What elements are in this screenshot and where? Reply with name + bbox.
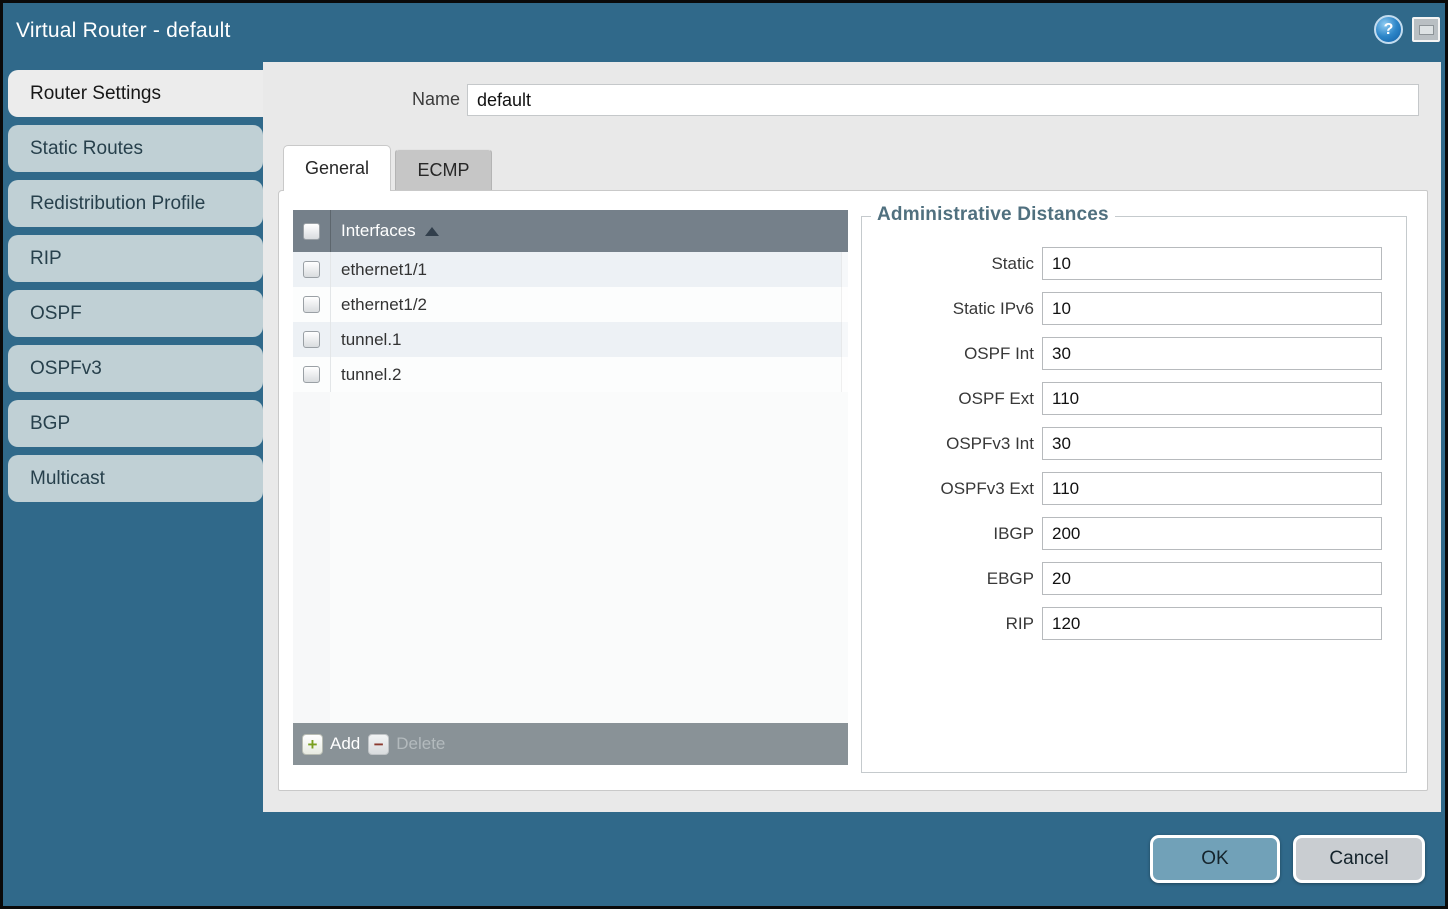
interfaces-table-footer: + Add − Delete xyxy=(293,723,848,765)
restore-window-icon[interactable] xyxy=(1412,17,1440,42)
sidebar-item-label: Static Routes xyxy=(30,138,143,160)
router-settings-page: Name General ECMP Interfaces xyxy=(263,62,1441,812)
field-label: OSPF Ext xyxy=(862,389,1034,409)
static-distance-input[interactable] xyxy=(1042,247,1382,280)
sidebar-item-label: RIP xyxy=(30,248,62,270)
sidebar-item-ospfv3[interactable]: OSPFv3 xyxy=(8,345,263,392)
tab-ecmp[interactable]: ECMP xyxy=(395,149,492,191)
field-label: OSPF Int xyxy=(862,344,1034,364)
field-row-static-ipv6: Static IPv6 xyxy=(862,292,1406,325)
table-row-ethernet1-1[interactable]: ethernet1/1 xyxy=(293,252,848,287)
add-button[interactable]: + Add xyxy=(302,734,360,755)
row-checkbox[interactable] xyxy=(303,296,320,313)
interfaces-table: Interfaces ethernet1/1 ethernet1/2 tunne… xyxy=(293,210,848,765)
sidebar-item-label: Redistribution Profile xyxy=(30,193,205,215)
field-label: OSPFv3 Int xyxy=(862,434,1034,454)
add-button-label: Add xyxy=(330,734,360,754)
ospfv3-ext-distance-input[interactable] xyxy=(1042,472,1382,505)
sidebar-item-rip[interactable]: RIP xyxy=(8,235,263,282)
sidebar-item-label: OSPF xyxy=(30,303,82,325)
ospfv3-int-distance-input[interactable] xyxy=(1042,427,1382,460)
interface-name: tunnel.1 xyxy=(330,322,848,357)
static-ipv6-distance-input[interactable] xyxy=(1042,292,1382,325)
table-row-tunnel-1[interactable]: tunnel.1 xyxy=(293,322,848,357)
interface-name: ethernet1/2 xyxy=(330,287,848,322)
sidebar-item-label: OSPFv3 xyxy=(30,358,102,380)
table-row-ethernet1-2[interactable]: ethernet1/2 xyxy=(293,287,848,322)
rip-distance-input[interactable] xyxy=(1042,607,1382,640)
ebgp-distance-input[interactable] xyxy=(1042,562,1382,595)
row-checkbox[interactable] xyxy=(303,331,320,348)
field-row-ospf-int: OSPF Int xyxy=(862,337,1406,370)
interfaces-table-header: Interfaces xyxy=(293,210,848,252)
sidebar-item-redistribution-profile[interactable]: Redistribution Profile xyxy=(8,180,263,227)
field-label: OSPFv3 Ext xyxy=(862,479,1034,499)
fieldset-legend: Administrative Distances xyxy=(871,204,1115,226)
dialog-title: Virtual Router - default xyxy=(16,19,231,43)
delete-button-label: Delete xyxy=(396,734,445,754)
sidebar-item-multicast[interactable]: Multicast xyxy=(8,455,263,502)
sidebar-item-static-routes[interactable]: Static Routes xyxy=(8,125,263,172)
ok-button-label: OK xyxy=(1201,848,1228,870)
help-glyph: ? xyxy=(1384,21,1394,39)
table-row-tunnel-2[interactable]: tunnel.2 xyxy=(293,357,848,392)
virtual-router-dialog: Virtual Router - default ? Router Settin… xyxy=(3,3,1445,906)
sidebar-item-router-settings[interactable]: Router Settings xyxy=(8,70,267,117)
field-row-ospf-ext: OSPF Ext xyxy=(862,382,1406,415)
delete-minus-icon: − xyxy=(368,734,389,755)
sidebar-item-ospf[interactable]: OSPF xyxy=(8,290,263,337)
field-label: RIP xyxy=(862,614,1034,634)
name-field-label: Name xyxy=(270,89,460,110)
dialog-titlebar: Virtual Router - default ? xyxy=(3,3,1445,62)
delete-button[interactable]: − Delete xyxy=(368,734,445,755)
help-icon[interactable]: ? xyxy=(1374,15,1403,44)
field-row-ibgp: IBGP xyxy=(862,517,1406,550)
name-input[interactable] xyxy=(467,84,1419,116)
interface-name: tunnel.2 xyxy=(330,357,848,392)
tab-label: ECMP xyxy=(417,160,469,181)
cancel-button-label: Cancel xyxy=(1329,848,1388,870)
field-label: IBGP xyxy=(862,524,1034,544)
sort-ascending-icon xyxy=(425,227,439,236)
ibgp-distance-input[interactable] xyxy=(1042,517,1382,550)
sidebar-item-label: Multicast xyxy=(30,468,105,490)
interface-name: ethernet1/1 xyxy=(330,252,848,287)
sidebar-item-bgp[interactable]: BGP xyxy=(8,400,263,447)
field-row-ospfv3-ext: OSPFv3 Ext xyxy=(862,472,1406,505)
table-scrollbar-track[interactable] xyxy=(841,252,848,392)
tab-label: General xyxy=(305,158,369,179)
field-row-ebgp: EBGP xyxy=(862,562,1406,595)
sidebar-item-label: BGP xyxy=(30,413,70,435)
general-tab-panel: Interfaces ethernet1/1 ethernet1/2 tunne… xyxy=(278,190,1428,791)
ok-button[interactable]: OK xyxy=(1150,835,1280,883)
row-checkbox[interactable] xyxy=(303,261,320,278)
tab-general[interactable]: General xyxy=(283,145,391,191)
interfaces-column-header[interactable]: Interfaces xyxy=(330,210,848,252)
table-empty-area xyxy=(293,392,848,723)
field-row-ospfv3-int: OSPFv3 Int xyxy=(862,427,1406,460)
ospf-int-distance-input[interactable] xyxy=(1042,337,1382,370)
field-label: EBGP xyxy=(862,569,1034,589)
restore-window-glyph xyxy=(1419,25,1434,35)
administrative-distances-fieldset: Administrative Distances Static Static I… xyxy=(861,216,1407,773)
add-plus-icon: + xyxy=(302,734,323,755)
row-checkbox[interactable] xyxy=(303,366,320,383)
field-row-rip: RIP xyxy=(862,607,1406,640)
select-all-checkbox[interactable] xyxy=(303,223,320,240)
ospf-ext-distance-input[interactable] xyxy=(1042,382,1382,415)
cancel-button[interactable]: Cancel xyxy=(1293,835,1425,883)
field-row-static: Static xyxy=(862,247,1406,280)
sidebar-item-label: Router Settings xyxy=(30,83,161,105)
field-label: Static IPv6 xyxy=(862,299,1034,319)
field-label: Static xyxy=(862,254,1034,274)
